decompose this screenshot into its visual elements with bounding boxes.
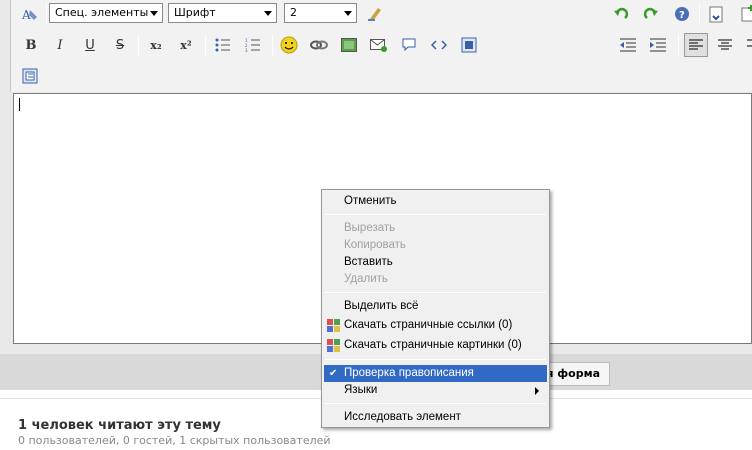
align-center-icon[interactable] (714, 34, 736, 56)
italic-button[interactable]: I (49, 34, 71, 56)
subscript-button[interactable]: x₂ (145, 34, 167, 56)
menu-item-download-links[interactable]: Скачать страничные ссылки (0) (324, 317, 547, 334)
toolbar-row-1: A Спец. элементы Шрифт 2 ? (11, 0, 752, 28)
menu-item-label: Выделить всё (344, 300, 419, 312)
context-menu: Отменить Вырезать Копировать Вставить Уд… (321, 189, 550, 428)
toolbar-row-2: B I U S x₂ x² 123 (11, 31, 752, 59)
menu-separator (325, 359, 546, 360)
superscript-button[interactable]: x² (175, 34, 197, 56)
link-icon[interactable] (308, 34, 330, 56)
download-manager-icon (327, 339, 340, 352)
menu-item-download-images[interactable]: Скачать страничные картинки (0) (324, 337, 547, 354)
special-elements-select[interactable]: Спец. элементы (49, 3, 163, 23)
readers-subtitle: 0 пользователей, 0 гостей, 1 скрытых пол… (18, 434, 331, 447)
add-document-icon[interactable] (737, 2, 752, 24)
menu-separator (325, 403, 546, 404)
menu-item-inspect[interactable]: Исследовать элемент (324, 409, 547, 426)
menu-item-label: Удалить (344, 273, 388, 285)
text-color-icon[interactable] (364, 3, 386, 25)
menu-item-undo[interactable]: Отменить (324, 193, 547, 210)
readers-title: 1 человек читают эту тему (18, 418, 221, 433)
quote-icon[interactable] (398, 34, 420, 56)
menu-item-label: Вставить (344, 256, 393, 268)
bullet-list-icon[interactable] (212, 34, 234, 56)
menu-item-cut: Вырезать (324, 220, 547, 237)
font-value: Шрифт (174, 6, 216, 19)
menu-item-label: Отменить (344, 195, 397, 207)
chevron-down-icon (344, 11, 352, 16)
special-elements-value: Спец. элементы (55, 6, 149, 19)
menu-item-languages[interactable]: Языки (324, 382, 547, 399)
redo-icon[interactable] (640, 3, 662, 25)
bold-button[interactable]: B (20, 34, 42, 56)
help-icon[interactable]: ? (671, 3, 693, 25)
menu-item-label: Вырезать (344, 222, 396, 234)
insert-table-icon[interactable] (19, 65, 41, 87)
size-value: 2 (290, 6, 297, 19)
indent-icon[interactable] (647, 34, 669, 56)
chevron-down-icon (150, 11, 158, 16)
menu-item-spellcheck[interactable]: ✔ Проверка правописания (324, 365, 547, 382)
menu-item-select-all[interactable]: Выделить всё (324, 298, 547, 315)
menu-item-copy: Копировать (324, 237, 547, 254)
menu-item-label: Проверка правописания (344, 367, 474, 379)
text-caret (19, 98, 20, 111)
submenu-arrow-icon (535, 387, 539, 395)
outdent-icon[interactable] (617, 34, 639, 56)
svg-text:?: ? (679, 10, 685, 21)
strikethrough-button[interactable]: S (109, 34, 131, 56)
menu-item-label: Копировать (344, 239, 406, 251)
menu-separator (325, 292, 546, 293)
smiley-icon[interactable] (278, 34, 300, 56)
numbered-list-icon[interactable]: 123 (242, 34, 264, 56)
font-select[interactable]: Шрифт (168, 3, 277, 23)
menu-item-paste[interactable]: Вставить (324, 254, 547, 271)
checkmark-icon: ✔ (329, 368, 338, 379)
size-select[interactable]: 2 (284, 3, 357, 23)
editor-toolbar: A Спец. элементы Шрифт 2 ? B I U S x₂ x²… (10, 0, 752, 92)
image-icon[interactable] (338, 34, 360, 56)
menu-item-delete: Удалить (324, 271, 547, 288)
menu-item-label: Языки (344, 384, 378, 396)
align-left-icon[interactable] (684, 33, 708, 57)
toolbar-row-3 (11, 62, 752, 90)
menu-item-label: Скачать страничные ссылки (0) (344, 319, 513, 331)
remove-format-icon[interactable]: A (19, 3, 41, 25)
code-icon[interactable] (428, 34, 450, 56)
menu-item-label: Скачать страничные картинки (0) (344, 339, 522, 351)
media-icon[interactable] (458, 34, 480, 56)
new-document-icon[interactable] (705, 4, 727, 26)
menu-item-label: Исследовать элемент (344, 411, 461, 423)
svg-text:3: 3 (245, 48, 248, 52)
menu-separator (325, 214, 546, 215)
download-manager-icon (327, 319, 340, 332)
email-icon[interactable] (368, 34, 390, 56)
align-right-icon[interactable] (743, 34, 752, 56)
undo-icon[interactable] (610, 3, 632, 25)
chevron-down-icon (264, 11, 272, 16)
underline-button[interactable]: U (79, 34, 101, 56)
